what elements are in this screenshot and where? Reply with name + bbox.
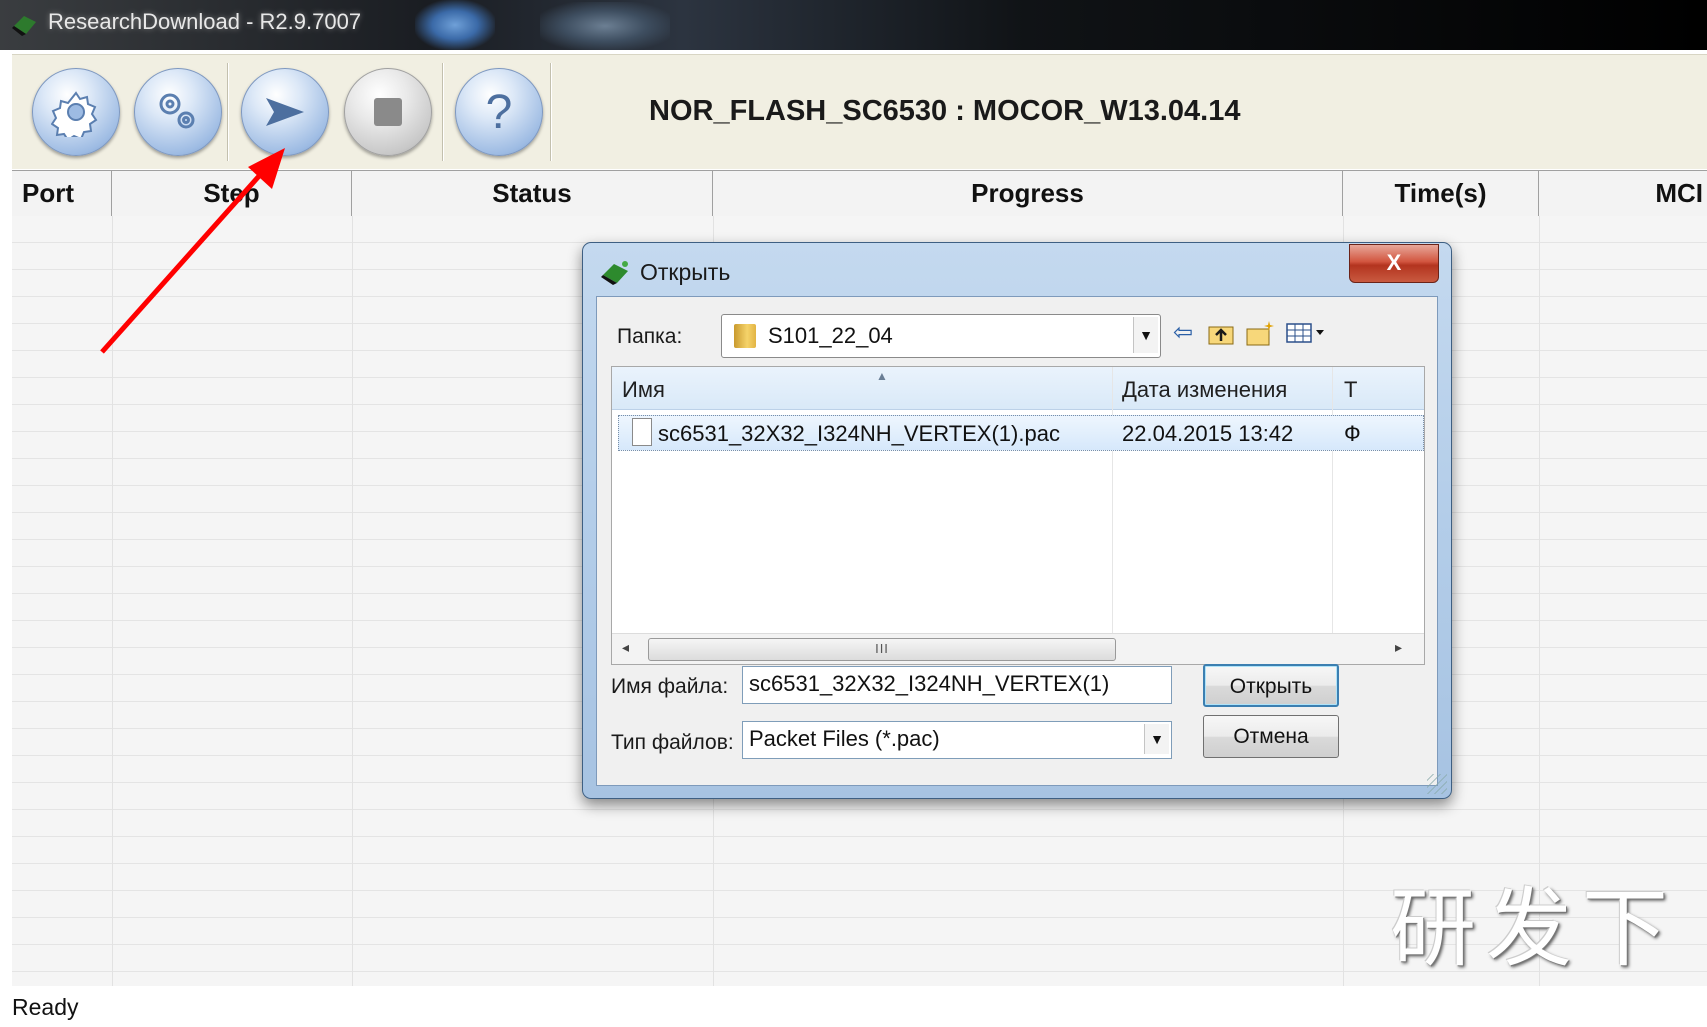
filetype-value: Packet Files (*.pac) [749,726,940,751]
folder-label: Папка: [617,325,683,348]
window-title: ResearchDownload - R2.9.7007 [48,9,362,34]
stop-square-icon [374,98,402,126]
gears-icon [159,93,195,129]
stop-download-button[interactable] [344,68,432,156]
status-text: Ready [12,994,79,1020]
file-icon [632,418,652,446]
view-menu-icon[interactable] [1285,319,1329,347]
scroll-thumb[interactable]: III [648,638,1116,661]
help-button[interactable]: ? [455,68,543,156]
chevron-down-icon[interactable]: ▼ [1144,724,1169,754]
cancel-button[interactable]: Отмена [1203,715,1339,758]
filename-input[interactable]: sc6531_32X32_I324NH_VERTEX(1) [742,666,1172,704]
resize-grip[interactable] [1427,774,1447,794]
column-mci[interactable]: MCI [1539,171,1707,216]
close-icon: X [1386,250,1402,275]
horizontal-scrollbar[interactable]: ◂ III ▸ [612,633,1424,664]
scroll-left-icon[interactable]: ◂ [622,639,629,656]
chevron-down-icon[interactable]: ▼ [1133,317,1158,353]
folder-select[interactable]: S101_22_04 ▼ [721,314,1161,358]
scroll-right-icon[interactable]: ▸ [1395,639,1402,656]
question-mark-icon: ? [486,86,513,138]
gear-icon [51,91,98,137]
svg-text:?: ? [486,86,513,138]
load-packet-button[interactable] [32,68,120,156]
dialog-close-button[interactable]: X [1349,244,1439,283]
port-grid-header: Port Step Status Progress Time(s) MCI [12,170,1707,218]
folder-value: S101_22_04 [768,323,893,348]
start-download-button[interactable] [241,68,329,156]
dialog-app-icon [601,261,628,285]
column-time[interactable]: Time(s) [1343,171,1539,216]
filetype-label: Тип файлов: [611,731,734,754]
column-step[interactable]: Step [112,171,352,216]
project-title: NOR_FLASH_SC6530 : MOCOR_W13.04.14 [649,95,1241,127]
filename-label: Имя файла: [611,675,729,698]
file-name: sc6531_32X32_I324NH_VERTEX(1).pac [658,421,1060,446]
open-file-dialog: Открыть X Папка: S101_22_04 ▼ ⇦ ▲ Имя Да… [582,242,1452,799]
status-bar: Ready [0,986,1707,1027]
app-icon [12,16,36,36]
up-folder-icon[interactable] [1207,319,1235,347]
filetype-select[interactable]: Packet Files (*.pac) ▼ [742,721,1172,759]
file-list-header: ▲ Имя Дата изменения Т [612,367,1424,664]
folder-icon [734,324,756,348]
watermark-text: 研发下 [1390,879,1678,979]
play-arrow-icon [266,98,304,126]
column-port[interactable]: Port [12,171,112,216]
window-title-bar: ResearchDownload - R2.9.7007 [0,0,1707,50]
back-arrow-icon[interactable]: ⇦ [1169,319,1197,347]
sort-ascending-icon: ▲ [876,369,888,383]
column-date-modified[interactable]: Дата изменения [1122,377,1287,403]
dialog-title: Открыть [640,259,731,285]
column-name[interactable]: Имя [622,377,665,403]
dialog-body: Папка: S101_22_04 ▼ ⇦ ▲ Имя Дата изменен… [596,296,1438,786]
toolbar: ? NOR_FLASH_SC6530 : MOCOR_W13.04.14 [12,54,1707,169]
file-type: Ф [1344,421,1361,446]
file-list[interactable]: ▲ Имя Дата изменения Т sc6531_32X32_I324… [611,366,1425,665]
column-status[interactable]: Status [352,171,713,216]
column-type[interactable]: Т [1344,377,1357,403]
column-progress[interactable]: Progress [713,171,1343,216]
open-button[interactable]: Открыть [1203,664,1339,707]
file-date: 22.04.2015 13:42 [1122,421,1294,446]
settings-button[interactable] [134,68,222,156]
new-folder-icon[interactable] [1245,319,1274,347]
